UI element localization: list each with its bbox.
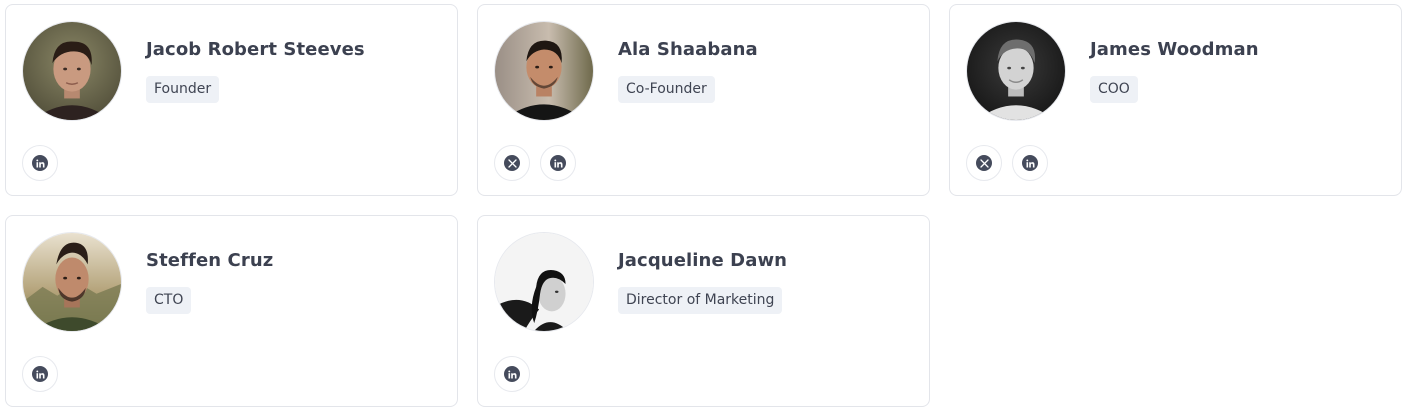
team-member-card: Steffen Cruz CTO	[5, 215, 458, 407]
team-grid: Jacob Robert Steeves Founder Ala Shaaban…	[0, 0, 1410, 415]
avatar	[22, 232, 122, 332]
team-member-card: Jacqueline Dawn Director of Marketing	[477, 215, 930, 407]
social-links	[494, 145, 576, 181]
linkedin-icon	[32, 155, 48, 171]
role-badge: COO	[1090, 76, 1138, 103]
member-name: Ala Shaabana	[618, 39, 758, 60]
linkedin-link[interactable]	[494, 356, 530, 392]
linkedin-icon	[1022, 155, 1038, 171]
x-link[interactable]	[494, 145, 530, 181]
role-badge: CTO	[146, 287, 192, 314]
member-name: Jacob Robert Steeves	[146, 39, 365, 60]
x-icon	[976, 155, 992, 171]
social-links	[494, 356, 530, 392]
x-icon	[504, 155, 520, 171]
social-links	[966, 145, 1048, 181]
x-link[interactable]	[966, 145, 1002, 181]
linkedin-link[interactable]	[22, 145, 58, 181]
avatar	[22, 21, 122, 121]
linkedin-link[interactable]	[540, 145, 576, 181]
linkedin-link[interactable]	[22, 356, 58, 392]
avatar	[494, 21, 594, 121]
role-badge: Co-Founder	[618, 76, 715, 103]
member-name: Steffen Cruz	[146, 250, 274, 271]
linkedin-link[interactable]	[1012, 145, 1048, 181]
role-badge: Director of Marketing	[618, 287, 783, 314]
team-member-card: Jacob Robert Steeves Founder	[5, 4, 458, 196]
social-links	[22, 145, 58, 181]
member-name: James Woodman	[1090, 39, 1259, 60]
avatar	[494, 232, 594, 332]
member-name: Jacqueline Dawn	[618, 250, 788, 271]
social-links	[22, 356, 58, 392]
avatar	[966, 21, 1066, 121]
linkedin-icon	[550, 155, 566, 171]
team-member-card: James Woodman COO	[949, 4, 1402, 196]
linkedin-icon	[504, 366, 520, 382]
linkedin-icon	[32, 366, 48, 382]
team-member-card: Ala Shaabana Co-Founder	[477, 4, 930, 196]
role-badge: Founder	[146, 76, 220, 103]
